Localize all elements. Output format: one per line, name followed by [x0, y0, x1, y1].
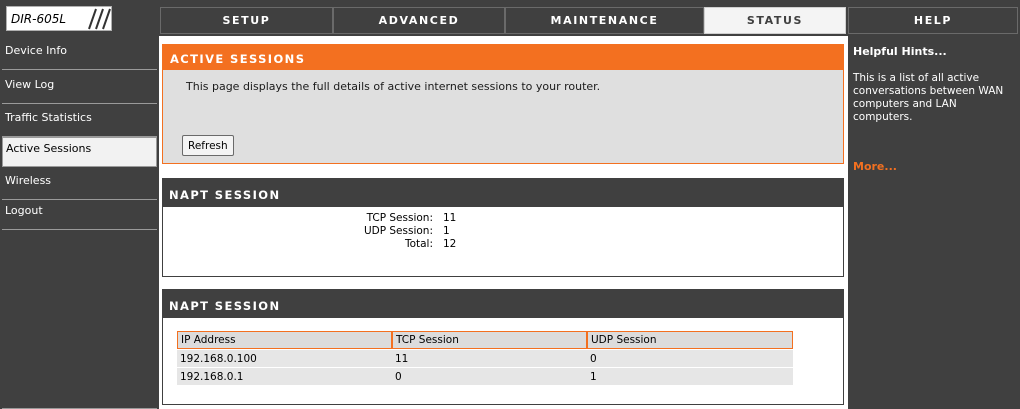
help-title: Helpful Hints...	[853, 45, 947, 58]
table-header-row: IP Address TCP Session UDP Session	[177, 331, 793, 349]
sidebar-item-logout[interactable]: Logout	[2, 200, 157, 230]
sidebar-item-wireless[interactable]: Wireless	[2, 170, 157, 200]
cell-ip-address: 192.168.0.100	[177, 350, 392, 367]
summary-row-total: Total: 12	[163, 238, 463, 251]
tab-status[interactable]: STATUS	[704, 7, 846, 34]
cell-tcp-session: 0	[392, 368, 587, 385]
napt-table-panel: NAPT SESSION IP Address TCP Session UDP …	[162, 289, 844, 405]
sidebar-item-device-info[interactable]: Device Info	[2, 40, 157, 70]
summary-value: 11	[443, 212, 457, 224]
summary-label: UDP Session:	[363, 225, 433, 237]
help-text: This is a list of all active conversatio…	[853, 72, 1004, 123]
cell-ip-address: 192.168.0.1	[177, 368, 392, 385]
tab-advanced[interactable]: ADVANCED	[333, 7, 505, 34]
napt-summary-values: TCP Session: 11 UDP Session: 1 Total: 12	[163, 212, 463, 251]
table-row: 192.168.0.100 11 0	[177, 350, 793, 367]
sidebar-item-view-log[interactable]: View Log	[2, 74, 157, 104]
top-navigation-bar: DIR-605L SETUP ADVANCED MAINTENANCE STAT…	[0, 0, 1020, 36]
table-row: 192.168.0.1 0 1	[177, 368, 793, 385]
sessions-table: IP Address TCP Session UDP Session 192.1…	[177, 330, 793, 386]
active-sessions-panel: ACTIVE SESSIONS This page displays the f…	[162, 44, 844, 164]
sidebar-item-active-sessions[interactable]: Active Sessions	[2, 137, 157, 167]
sidebar-item-traffic-statistics[interactable]: Traffic Statistics	[2, 107, 157, 137]
cell-udp-session: 0	[587, 350, 793, 367]
column-header-udp-session: UDP Session	[587, 331, 793, 349]
column-header-tcp-session: TCP Session	[392, 331, 587, 349]
tab-help[interactable]: HELP	[848, 7, 1018, 34]
help-more-link[interactable]: More...	[853, 160, 897, 173]
cell-tcp-session: 11	[392, 350, 587, 367]
model-name: DIR-605L	[11, 12, 67, 26]
tab-setup[interactable]: SETUP	[160, 7, 333, 34]
napt-summary-panel: NAPT SESSION TCP Session: 11 UDP Session…	[162, 178, 844, 277]
active-sessions-title: ACTIVE SESSIONS	[163, 45, 843, 70]
help-panel: Helpful Hints... This is a list of all a…	[848, 36, 1020, 409]
brand-slashes-icon	[88, 8, 111, 30]
router-admin-page: DIR-605L SETUP ADVANCED MAINTENANCE STAT…	[0, 0, 1020, 409]
main-content: ACTIVE SESSIONS This page displays the f…	[159, 36, 848, 409]
summary-label: Total:	[404, 238, 433, 250]
sidebar-filler	[2, 230, 157, 409]
cell-udp-session: 1	[587, 368, 793, 385]
summary-row-tcp: TCP Session: 11	[163, 212, 463, 225]
tab-maintenance[interactable]: MAINTENANCE	[505, 7, 704, 34]
column-header-ip-address: IP Address	[177, 331, 392, 349]
summary-value: 12	[443, 238, 457, 250]
refresh-button[interactable]: Refresh	[182, 135, 234, 156]
napt-table-title: NAPT SESSION	[163, 290, 843, 318]
sidebar: Device Info View Log Traffic Statistics …	[0, 36, 159, 409]
active-sessions-description: This page displays the full details of a…	[186, 80, 601, 93]
model-logo: DIR-605L	[6, 6, 112, 31]
summary-label: TCP Session:	[366, 212, 433, 224]
napt-summary-title: NAPT SESSION	[163, 179, 843, 207]
summary-row-udp: UDP Session: 1	[163, 225, 463, 238]
summary-value: 1	[443, 225, 450, 237]
